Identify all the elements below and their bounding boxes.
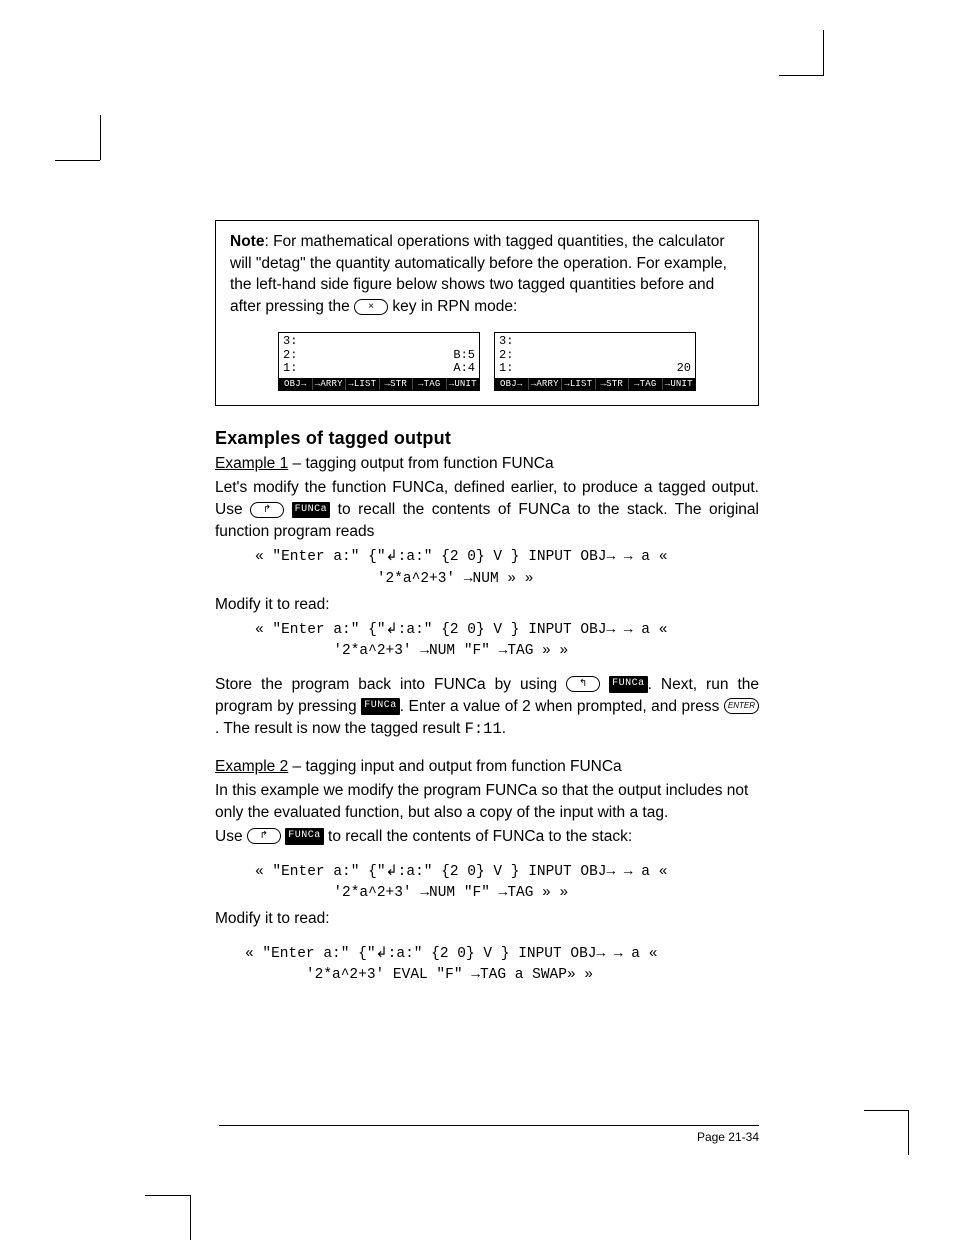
code-block: « "Enter a:" {"↲:a:" {2 0} V } INPUT OBJ… bbox=[255, 620, 759, 662]
stack-level: 3: bbox=[499, 335, 513, 349]
enter-key-icon: ENTER bbox=[724, 698, 759, 714]
result-text: F:11 bbox=[465, 720, 502, 738]
text: Modify it to read: bbox=[215, 908, 759, 930]
softkey-menu: OBJ→ →ARRY →LIST →STR →TAG →UNIT bbox=[279, 378, 479, 390]
note-label: Note bbox=[230, 233, 264, 250]
menu-item: →TAG bbox=[413, 378, 447, 390]
softkey-menu: OBJ→ →ARRY →LIST →STR →TAG →UNIT bbox=[495, 378, 695, 390]
stack-level: 2: bbox=[283, 349, 297, 363]
funca-softkey: FUNCa bbox=[292, 502, 331, 518]
menu-item: →TAG bbox=[629, 378, 663, 390]
menu-item: →STR bbox=[380, 378, 414, 390]
stack-level: 2: bbox=[499, 349, 513, 363]
stack-level: 1: bbox=[283, 362, 297, 376]
funca-softkey: FUNCa bbox=[361, 698, 400, 714]
example-2: Example 2 – tagging input and output fro… bbox=[215, 756, 759, 986]
funca-softkey: FUNCa bbox=[285, 828, 324, 844]
note-box: Note: For mathematical operations with t… bbox=[215, 220, 759, 406]
right-shift-key-icon: ↱ bbox=[250, 502, 284, 518]
stack-level: 3: bbox=[283, 335, 297, 349]
left-shift-key-icon: ↰ bbox=[566, 676, 600, 692]
menu-item: →STR bbox=[596, 378, 630, 390]
stack-value: 20 bbox=[677, 362, 691, 376]
calculator-screenshots: 3: 2: B:5 1: A:4 OBJ→ →ARRY →LIST →STR →TA… bbox=[230, 332, 744, 392]
text: Use bbox=[215, 828, 247, 845]
menu-item: →UNIT bbox=[447, 378, 480, 390]
page-footer: Page 21-34 bbox=[219, 1125, 759, 1144]
text: In this example we modify the program FU… bbox=[215, 780, 759, 824]
stack-level: 1: bbox=[499, 362, 513, 376]
text: . The result is now the tagged result bbox=[215, 720, 465, 737]
text: . Enter a value of 2 when prompted, and … bbox=[400, 698, 724, 715]
stack-value: B:5 bbox=[453, 349, 475, 363]
text: – tagging input and output from function… bbox=[288, 758, 621, 775]
example-2-heading: Example 2 bbox=[215, 758, 288, 775]
note-text-after: key in RPN mode: bbox=[392, 298, 517, 315]
menu-item: →LIST bbox=[346, 378, 380, 390]
page-content: Note: For mathematical operations with t… bbox=[215, 220, 759, 990]
code-block: « "Enter a:" {"↲:a:" {2 0} V } INPUT OBJ… bbox=[255, 862, 759, 904]
menu-item: OBJ→ bbox=[279, 378, 313, 390]
calc-screen-after: 3: 2: 1: 20 OBJ→ →ARRY →LIST →STR →TAG →U… bbox=[494, 332, 696, 392]
text: Modify it to read: bbox=[215, 594, 759, 616]
menu-item: →ARRY bbox=[529, 378, 563, 390]
example-1: Example 1 – tagging output from function… bbox=[215, 453, 759, 739]
menu-item: →UNIT bbox=[663, 378, 696, 390]
multiply-key-icon: × bbox=[354, 299, 388, 315]
text: – tagging output from function FUNCa bbox=[288, 455, 553, 472]
section-heading: Examples of tagged output bbox=[215, 428, 759, 449]
text: . bbox=[502, 720, 506, 737]
text: to recall the contents of FUNCa to the s… bbox=[328, 828, 632, 845]
funca-softkey: FUNCa bbox=[609, 676, 648, 692]
right-shift-key-icon: ↱ bbox=[247, 828, 281, 844]
example-1-heading: Example 1 bbox=[215, 455, 288, 472]
code-block: « "Enter a:" {"↲:a:" {2 0} V } INPUT OBJ… bbox=[245, 944, 759, 986]
menu-item: OBJ→ bbox=[495, 378, 529, 390]
menu-item: →ARRY bbox=[313, 378, 347, 390]
text: Store the program back into FUNCa by usi… bbox=[215, 676, 566, 693]
code-block: « "Enter a:" {"↲:a:" {2 0} V } INPUT OBJ… bbox=[255, 547, 759, 589]
calc-screen-before: 3: 2: B:5 1: A:4 OBJ→ →ARRY →LIST →STR →TA… bbox=[278, 332, 480, 392]
stack-value: A:4 bbox=[453, 362, 475, 376]
menu-item: →LIST bbox=[562, 378, 596, 390]
